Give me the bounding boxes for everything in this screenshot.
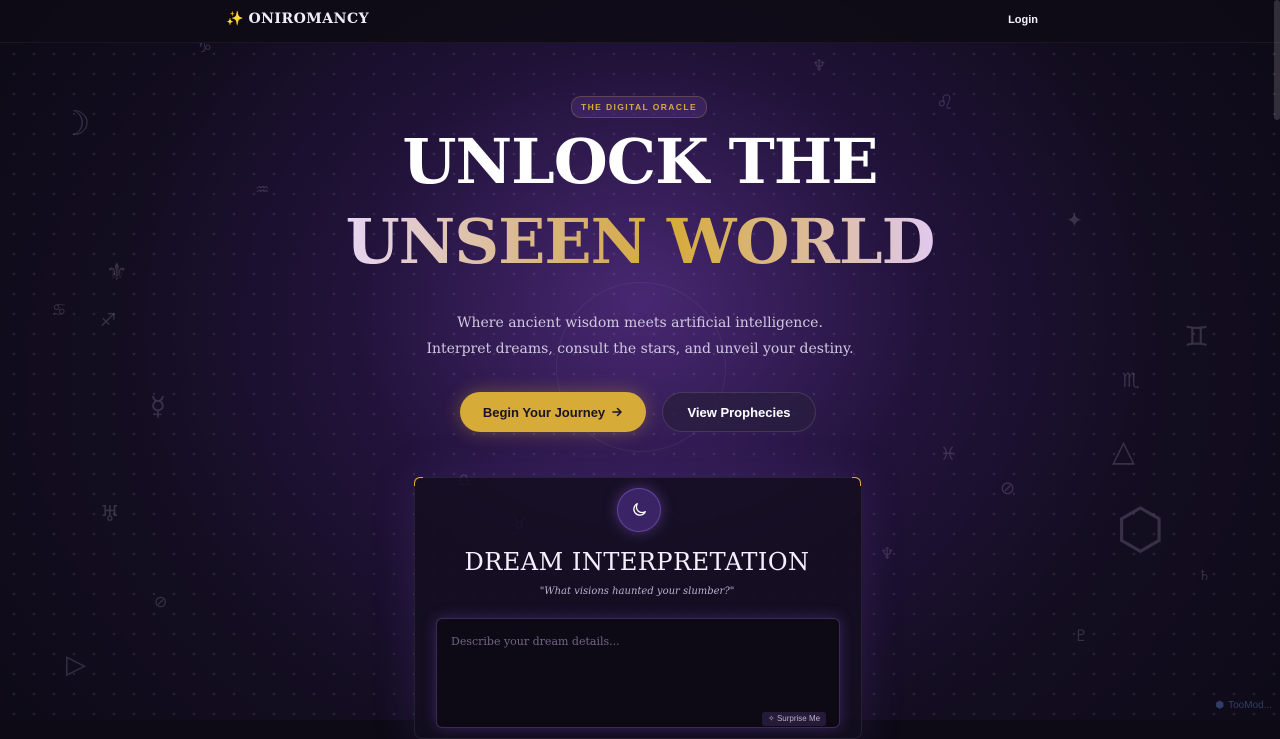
- view-prophecies-label: View Prophecies: [687, 404, 791, 420]
- zodiac-glyph-icon: △: [1112, 434, 1136, 469]
- zodiac-glyph-icon: ♆: [812, 56, 827, 75]
- surprise-me-label: Surprise Me: [776, 714, 821, 723]
- begin-journey-button[interactable]: Begin Your Journey: [460, 392, 646, 432]
- hero-subtitle-line-1: Where ancient wisdom meets artificial in…: [457, 315, 823, 331]
- zodiac-glyph-icon: ♄: [1198, 568, 1211, 584]
- card-corner-accent: [414, 477, 423, 486]
- zodiac-glyph-icon: ♅: [100, 502, 120, 527]
- hero-title-line-1: UNLOCK THE: [402, 125, 878, 198]
- surprise-me-button[interactable]: ✧ Surprise Me: [762, 712, 827, 726]
- zodiac-glyph-icon: ☿: [150, 392, 166, 422]
- zodiac-glyph-icon: ♇: [1074, 626, 1089, 645]
- hero-title-gradient-text: UNSEEN WORLD: [345, 205, 936, 278]
- page-scrollbar[interactable]: [1274, 0, 1280, 120]
- zodiac-glyph-icon: ⊘: [1000, 478, 1016, 499]
- hero-subtitle: Where ancient wisdom meets artificial in…: [0, 310, 1280, 362]
- moon-badge: [617, 488, 661, 532]
- sparkles-icon: ✨: [226, 11, 244, 27]
- card-corner-accent: [852, 477, 861, 486]
- zodiac-glyph-icon: ⊘: [154, 592, 168, 611]
- watermark-text: TooMod...: [1228, 700, 1272, 711]
- zodiac-glyph-icon: ♆: [880, 544, 895, 563]
- zodiac-glyph-icon: ▷: [66, 650, 86, 680]
- dream-card-tagline: "What visions haunted your slumber?": [539, 586, 735, 597]
- hero-badge: THE DIGITAL ORACLE: [571, 96, 707, 118]
- shield-logo-icon: ⬢: [1215, 700, 1225, 711]
- brand-name: ONIROMANCY: [248, 11, 370, 27]
- zodiac-glyph-icon: ♏: [1122, 368, 1140, 392]
- top-navigation: ✨ ONIROMANCY Login: [0, 0, 1280, 43]
- moon-icon: [633, 503, 646, 516]
- brand-logo[interactable]: ✨ ONIROMANCY: [226, 11, 369, 27]
- login-link[interactable]: Login: [1008, 14, 1038, 26]
- dream-card-title: DREAM INTERPRETATION: [464, 548, 810, 576]
- begin-journey-label: Begin Your Journey: [482, 404, 606, 420]
- watermark: ⬢ TooMod...: [1215, 700, 1272, 711]
- hero-title-line-2: UNSEEN WORLD: [0, 202, 1280, 282]
- arrow-right-icon: [612, 407, 622, 417]
- zodiac-glyph-icon: ♌: [936, 90, 954, 114]
- zodiac-glyph-icon: ⬡: [1116, 497, 1165, 562]
- view-prophecies-button[interactable]: View Prophecies: [662, 392, 816, 432]
- hero-subtitle-line-2: Interpret dreams, consult the stars, and…: [426, 341, 854, 357]
- zodiac-glyph-icon: ♓: [940, 444, 957, 465]
